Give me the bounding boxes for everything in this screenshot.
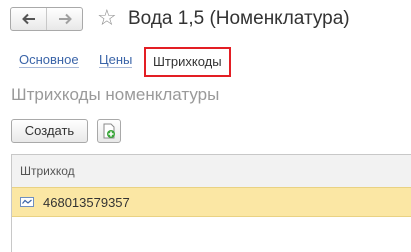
tab-main-label: Основное <box>19 52 79 68</box>
navigation-buttons <box>10 7 83 31</box>
barcodes-table: Штрихкод 468013579357 <box>11 154 411 252</box>
column-header-barcode[interactable]: Штрихкод <box>12 155 411 188</box>
create-button[interactable]: Создать <box>11 119 88 143</box>
page-title: Вода 1,5 (Номенклатура) <box>128 8 350 29</box>
barcode-value: 468013579357 <box>43 194 130 210</box>
arrow-right-icon <box>58 13 72 25</box>
table-row[interactable]: 468013579357 <box>12 187 411 217</box>
tab-barcodes-label: Штрихкоды <box>153 54 222 69</box>
favorite-star-icon[interactable]: ☆ <box>97 6 117 32</box>
forward-button[interactable] <box>46 8 82 30</box>
tab-barcodes[interactable]: Штрихкоды <box>144 47 231 77</box>
add-document-button[interactable] <box>97 119 121 143</box>
add-document-icon <box>103 123 115 139</box>
back-button[interactable] <box>11 8 46 30</box>
tab-main[interactable]: Основное <box>19 45 79 75</box>
barcode-item-icon <box>20 197 34 207</box>
section-title: Штрихкоды номенклатуры <box>11 85 220 104</box>
tab-prices[interactable]: Цены <box>99 45 133 75</box>
tab-prices-label: Цены <box>99 52 133 68</box>
form-tabs: Основное Цены Штрихкоды <box>0 45 411 77</box>
arrow-left-icon <box>21 13 35 25</box>
